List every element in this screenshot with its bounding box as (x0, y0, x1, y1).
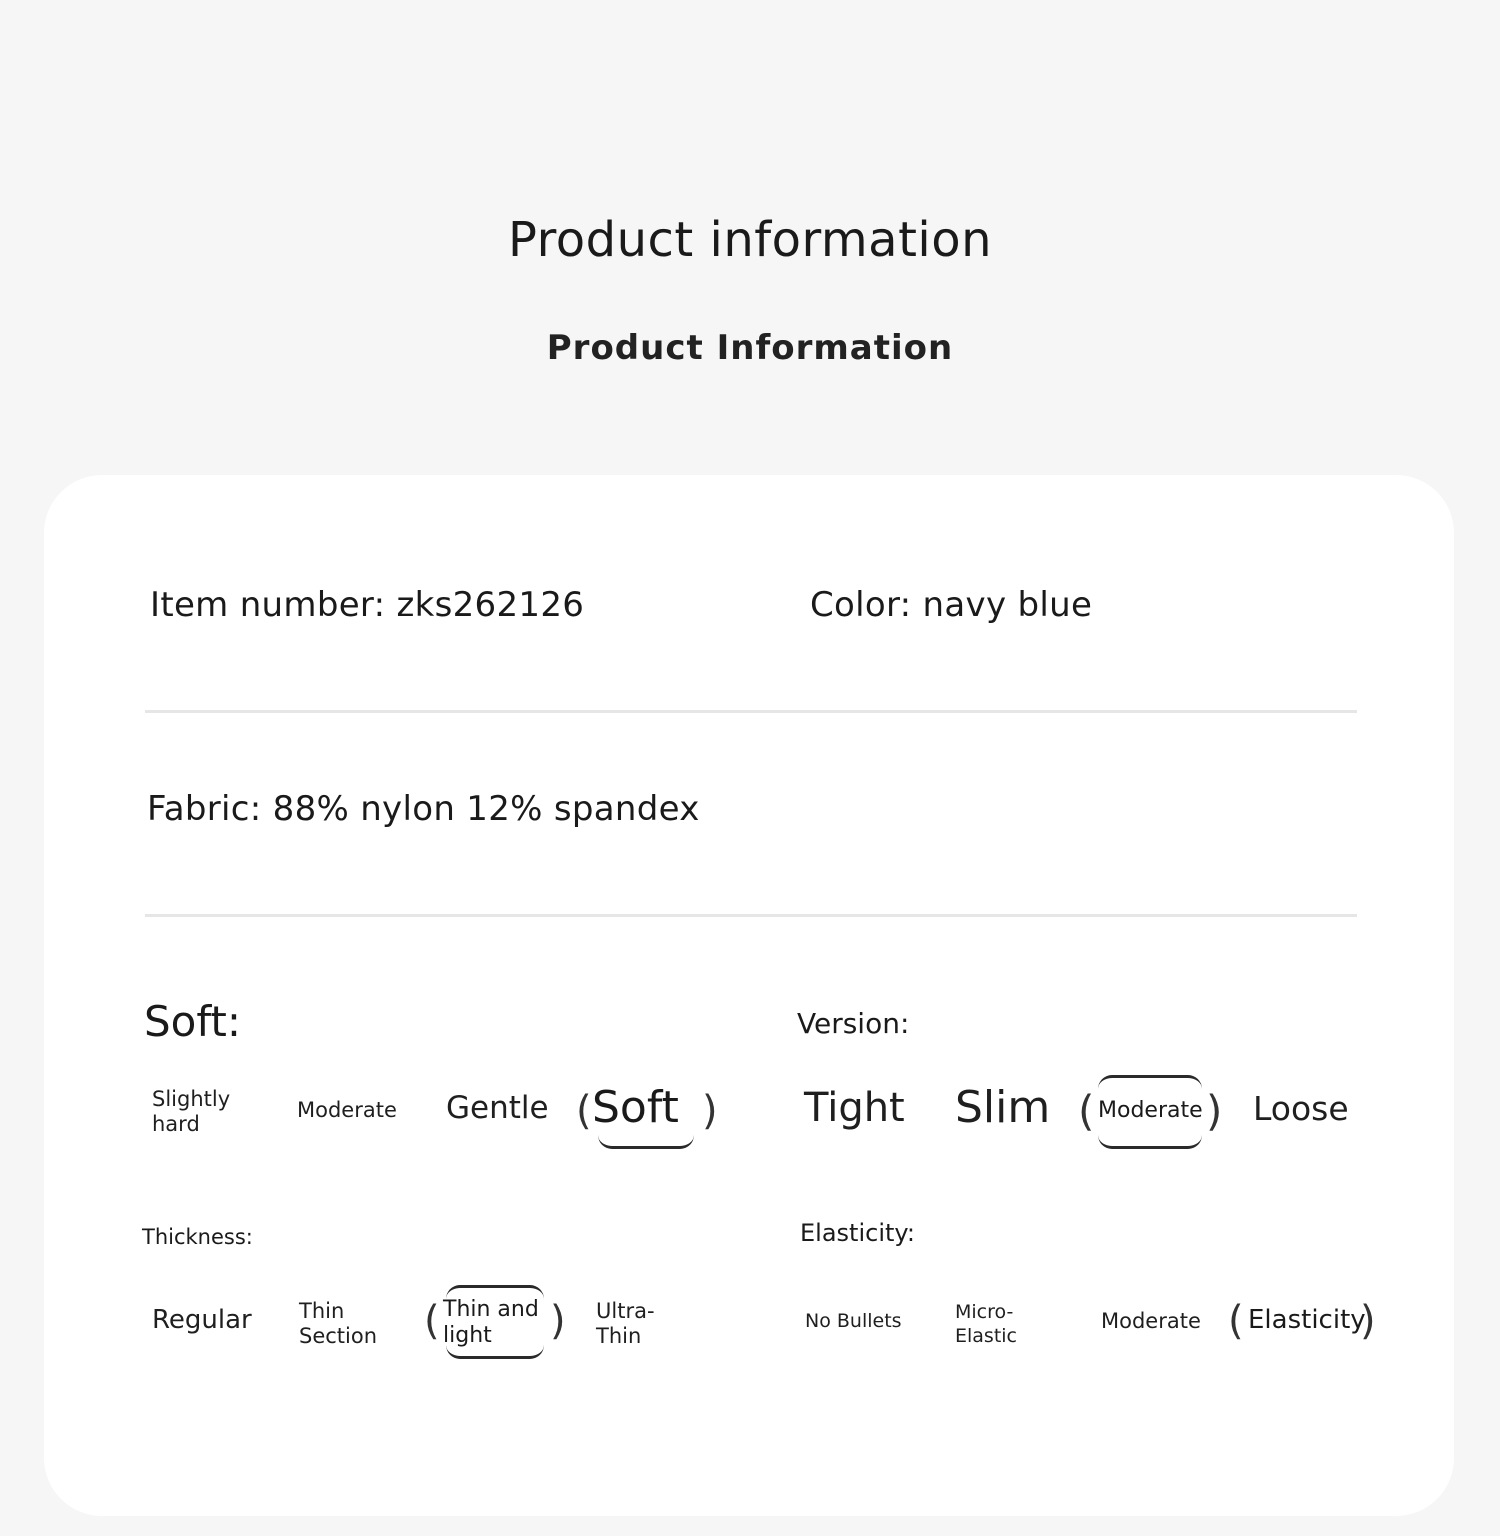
bracket-right-icon: ) (1360, 1298, 1376, 1345)
version-option-tight: Tight (804, 1085, 905, 1131)
elasticity-option-elasticity: Elasticity (1248, 1305, 1366, 1335)
elasticity-option-no-bullets: No Bullets (805, 1310, 902, 1332)
bracket-left-icon: ( (424, 1298, 440, 1345)
color-value: Color: navy blue (810, 585, 1093, 625)
soft-option-slightly-hard: Slightly hard (152, 1087, 231, 1136)
version-option-slim: Slim (955, 1082, 1051, 1133)
bracket-right-icon: ) (550, 1298, 566, 1345)
soft-option-soft: Soft (592, 1082, 679, 1133)
soft-label: Soft: (144, 997, 242, 1046)
divider (145, 914, 1357, 917)
item-number: Item number: zks262126 (150, 585, 585, 625)
thickness-option-ultra-thin: Ultra-Thin (596, 1299, 655, 1348)
thickness-option-thin-section: Thin Section (299, 1299, 378, 1348)
bracket-left-icon: ( (576, 1088, 592, 1135)
bracket-right-icon: ) (702, 1088, 718, 1135)
elasticity-option-moderate: Moderate (1101, 1309, 1201, 1333)
soft-option-soft-selected: ( Soft ) (576, 1075, 718, 1149)
thickness-option-regular: Regular (152, 1305, 252, 1335)
product-info-card: Item number: zks262126 Color: navy blue … (44, 475, 1454, 1516)
version-option-moderate: Moderate (1098, 1098, 1203, 1123)
bracket-right-icon: ) (1206, 1086, 1223, 1136)
page-title: Product information (507, 212, 993, 268)
divider (145, 710, 1357, 713)
soft-option-gentle: Gentle (446, 1090, 549, 1126)
version-label: Version: (797, 1007, 910, 1040)
elasticity-option-micro-elastic: Micro-Elastic (955, 1301, 1018, 1347)
thickness-label: Thickness: (142, 1225, 253, 1249)
fabric-value: Fabric: 88% nylon 12% spandex (147, 789, 700, 829)
thickness-option-thin-and-light: Thin and light (443, 1297, 539, 1348)
bracket-left-icon: ( (1228, 1298, 1244, 1345)
version-option-moderate-selected: ( Moderate ) (1078, 1075, 1222, 1149)
thickness-option-thin-and-light-selected: ( Thin and light ) (424, 1285, 566, 1359)
version-option-loose: Loose (1253, 1089, 1349, 1128)
elasticity-label: Elasticity: (800, 1219, 915, 1247)
soft-option-moderate: Moderate (297, 1098, 397, 1122)
page-subtitle: Product Information (546, 328, 954, 368)
bracket-left-icon: ( (1078, 1086, 1095, 1136)
elasticity-option-elasticity-selected: ( Elasticity ) (1228, 1285, 1376, 1359)
